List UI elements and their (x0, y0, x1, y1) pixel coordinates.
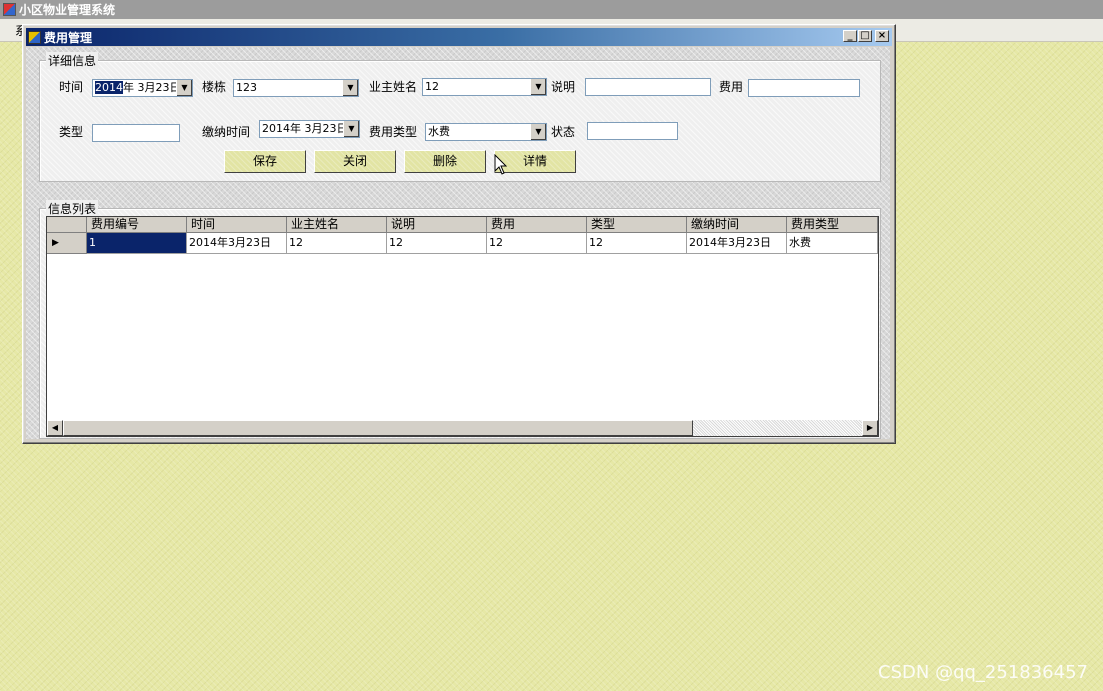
arrow-left-icon[interactable]: ◀ (47, 420, 63, 436)
fee-label: 费用 (719, 80, 744, 94)
column-header-fee-id[interactable]: 费用编号 (87, 217, 187, 233)
status-input[interactable] (587, 122, 678, 140)
fee-type-select[interactable]: 水费 ▼ (425, 123, 547, 141)
app-icon (3, 3, 16, 16)
grid-header: 费用编号 时间 业主姓名 说明 费用 类型 缴纳时间 费用类型 (47, 217, 878, 233)
window-body: 详细信息 时间 2014年 3月23日 ▼ 楼栋 123 ▼ 业主姓名 12 ▼… (26, 47, 890, 439)
column-header-note[interactable]: 说明 (387, 217, 487, 233)
column-header-fee-type[interactable]: 费用类型 (787, 217, 878, 233)
time-rest-segment: 年 3月23日 (123, 81, 181, 94)
close-button[interactable]: 关闭 (314, 150, 396, 173)
watermark: CSDN @qq_251836457 (878, 662, 1088, 683)
data-grid[interactable]: 费用编号 时间 业主姓名 说明 费用 类型 缴纳时间 费用类型 ▶ 1 2014… (46, 216, 879, 437)
window-title: 费用管理 (44, 30, 93, 45)
type-label: 类型 (59, 125, 84, 139)
fee-type-label: 费用类型 (369, 125, 418, 139)
cell-type[interactable]: 12 (587, 233, 687, 254)
mouse-cursor-icon (494, 154, 508, 175)
delete-button[interactable]: 删除 (404, 150, 486, 173)
cell-fee[interactable]: 12 (487, 233, 587, 254)
chevron-down-icon[interactable]: ▼ (176, 80, 192, 96)
column-header-time[interactable]: 时间 (187, 217, 287, 233)
window-titlebar[interactable]: 费用管理 _ □ × (26, 28, 892, 46)
maximize-button[interactable]: □ (858, 30, 872, 42)
column-header-fee[interactable]: 费用 (487, 217, 587, 233)
type-input[interactable] (92, 124, 180, 142)
fee-management-window: 费用管理 _ □ × 详细信息 时间 2014年 3月23日 ▼ 楼栋 123 … (22, 24, 896, 444)
window-icon (28, 30, 41, 44)
cell-fee-type[interactable]: 水费 (787, 233, 878, 254)
list-legend: 信息列表 (46, 200, 99, 217)
row-indicator-icon[interactable]: ▶ (47, 233, 87, 254)
horizontal-scrollbar[interactable]: ◀ ▶ (47, 420, 878, 436)
pay-time-value: 2014年 3月23日 (262, 122, 348, 135)
cell-pay-time[interactable]: 2014年3月23日 (687, 233, 787, 254)
owner-value: 12 (425, 80, 439, 93)
building-label: 楼栋 (202, 80, 227, 94)
status-label: 状态 (551, 125, 576, 139)
pay-time-label: 缴纳时间 (202, 125, 251, 139)
column-header-owner[interactable]: 业主姓名 (287, 217, 387, 233)
minimize-button[interactable]: _ (843, 30, 857, 42)
time-date-picker[interactable]: 2014年 3月23日 ▼ (92, 79, 193, 97)
table-row[interactable]: ▶ 1 2014年3月23日 12 12 12 12 2014年3月23日 水费 (47, 233, 878, 254)
chevron-down-icon[interactable]: ▼ (342, 80, 358, 96)
fee-input[interactable] (748, 79, 860, 97)
grid-corner[interactable] (47, 217, 87, 233)
pay-time-date-picker[interactable]: 2014年 3月23日 ▼ (259, 120, 360, 138)
window-controls: _ □ × (842, 30, 889, 42)
chevron-down-icon[interactable]: ▼ (530, 124, 546, 140)
building-select[interactable]: 123 ▼ (233, 79, 359, 97)
note-label: 说明 (551, 80, 576, 94)
cell-note[interactable]: 12 (387, 233, 487, 254)
close-window-button[interactable]: × (875, 30, 889, 42)
time-label: 时间 (59, 80, 84, 94)
column-header-type[interactable]: 类型 (587, 217, 687, 233)
arrow-right-icon[interactable]: ▶ (862, 420, 878, 436)
column-header-pay-time[interactable]: 缴纳时间 (687, 217, 787, 233)
owner-select[interactable]: 12 ▼ (422, 78, 547, 96)
scrollbar-thumb[interactable] (63, 420, 693, 436)
building-value: 123 (236, 81, 257, 94)
chevron-down-icon[interactable]: ▼ (343, 121, 359, 137)
chevron-down-icon[interactable]: ▼ (530, 79, 546, 95)
note-input[interactable] (585, 78, 711, 96)
app-title: 小区物业管理系统 (19, 3, 116, 17)
cell-owner[interactable]: 12 (287, 233, 387, 254)
time-year-segment[interactable]: 2014 (95, 81, 123, 94)
owner-label: 业主姓名 (369, 80, 418, 94)
save-button[interactable]: 保存 (224, 150, 306, 173)
cell-fee-id[interactable]: 1 (87, 233, 187, 254)
cell-time[interactable]: 2014年3月23日 (187, 233, 287, 254)
details-legend: 详细信息 (46, 52, 99, 69)
app-titlebar: 小区物业管理系统 (0, 0, 1103, 19)
fee-type-value: 水费 (428, 125, 450, 138)
